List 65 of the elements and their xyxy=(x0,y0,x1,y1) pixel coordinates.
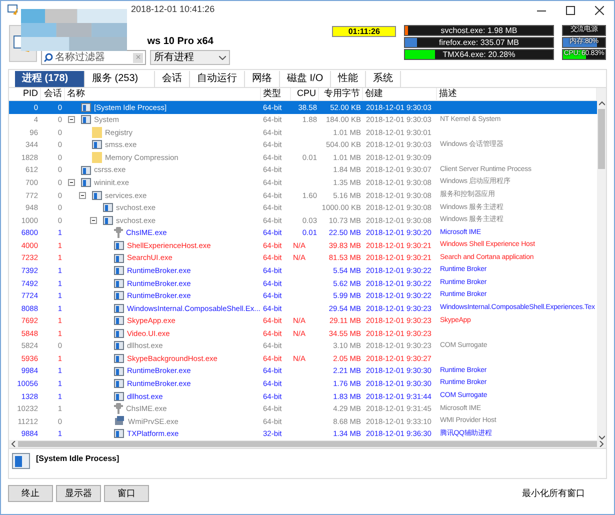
window-icon xyxy=(114,366,124,376)
window-icon xyxy=(12,453,30,469)
window-icon xyxy=(92,190,102,200)
maximize-icon[interactable] xyxy=(566,6,575,14)
os-name: ws 10 Pro x64 xyxy=(147,35,214,48)
window-icon xyxy=(114,278,124,288)
minimize-all-button[interactable]: 最小化所有窗口 xyxy=(520,485,587,502)
computer-icon xyxy=(114,416,125,427)
chevron-down-icon xyxy=(219,56,226,60)
plug-icon xyxy=(114,403,123,414)
column-header[interactable]: 类型 xyxy=(261,88,291,100)
column-header[interactable]: 名称 xyxy=(65,88,261,100)
window-icon xyxy=(81,102,91,112)
timer: 01:11:26 xyxy=(332,26,396,37)
plug-icon xyxy=(114,227,123,238)
scroll-left-icon[interactable] xyxy=(11,441,16,447)
scroll-right-icon[interactable] xyxy=(599,441,604,447)
window-icon xyxy=(92,140,102,150)
window-icon xyxy=(114,379,124,388)
scroll-thumb[interactable] xyxy=(18,441,597,447)
collapse-icon[interactable] xyxy=(79,192,86,199)
window-icon xyxy=(103,216,113,225)
column-header[interactable]: 专用字节 xyxy=(319,88,363,100)
window-icon xyxy=(81,115,91,124)
meter-label: TMX64.exe: 20.28% xyxy=(442,50,516,59)
folder-icon xyxy=(92,126,102,138)
process-title: [System Idle Process] xyxy=(36,453,120,465)
horizontal-scrollbar[interactable] xyxy=(9,440,606,448)
collapse-icon[interactable] xyxy=(68,179,75,186)
window-icon xyxy=(114,429,124,438)
column-header[interactable]: 会话 xyxy=(41,88,65,100)
window-icon xyxy=(114,254,124,263)
folder-icon xyxy=(92,152,102,164)
close-icon[interactable] xyxy=(595,6,604,14)
search-icon xyxy=(44,53,54,62)
window-icon xyxy=(81,166,91,175)
scope-dropdown[interactable]: 所有进程 xyxy=(150,50,230,65)
action-button[interactable]: 终止 xyxy=(8,485,53,502)
meter-label: firefox.exe: 335.07 MB xyxy=(438,38,520,47)
window-icon xyxy=(114,316,124,326)
collapse-icon[interactable] xyxy=(90,216,97,224)
window-icon xyxy=(114,328,124,338)
column-header[interactable]: PID xyxy=(9,88,41,100)
collapse-icon[interactable] xyxy=(68,116,75,124)
column-header[interactable]: 创建 xyxy=(363,88,437,100)
column-header[interactable]: CPU xyxy=(291,88,319,100)
window-icon xyxy=(114,392,124,401)
window-icon xyxy=(114,240,124,250)
tab[interactable]: 进程 (178) xyxy=(15,70,85,86)
window-icon xyxy=(103,203,113,212)
scroll-up-icon[interactable] xyxy=(598,101,604,107)
scroll-down-icon[interactable] xyxy=(598,434,604,440)
window-icon xyxy=(81,178,91,188)
window-icon xyxy=(114,291,124,300)
vertical-scrollbar[interactable] xyxy=(597,88,606,440)
window-icon xyxy=(114,341,124,350)
window-icon xyxy=(114,266,124,276)
window-icon xyxy=(114,304,124,313)
meter-label: svchost.exe: 1.98 MB xyxy=(440,26,518,35)
action-button[interactable]: 窗口 xyxy=(104,485,149,502)
app-icon xyxy=(7,4,19,16)
window-title: 2018-12-01 10:41:26 xyxy=(131,3,215,16)
action-button[interactable]: 显示器 xyxy=(56,485,101,502)
scroll-thumb[interactable] xyxy=(598,109,605,169)
window-icon xyxy=(114,354,124,364)
